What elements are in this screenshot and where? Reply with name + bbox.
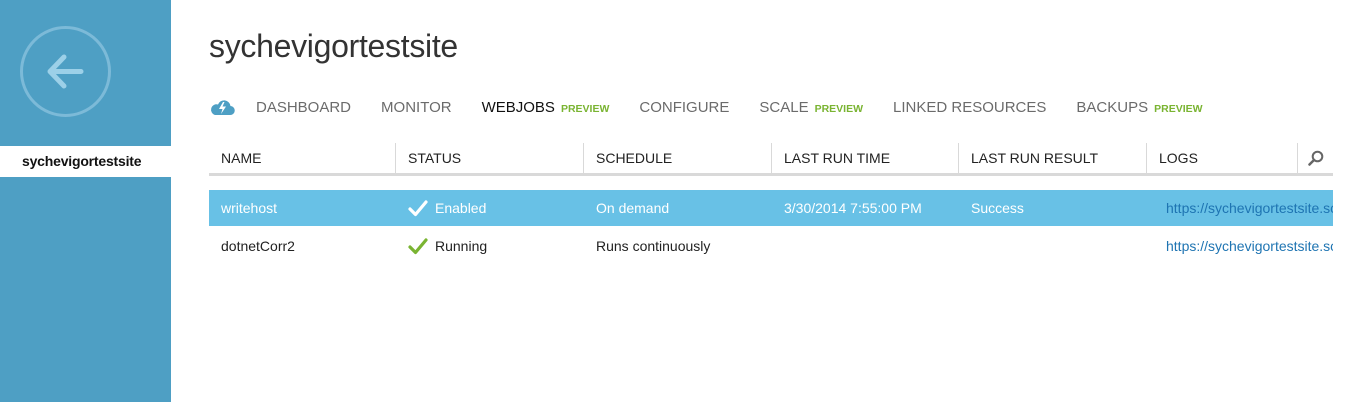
column-header-name[interactable]: NAME [209,143,396,173]
tab-scale[interactable]: SCALE PREVIEW [759,99,863,116]
status-text: Enabled [435,199,487,216]
table-row[interactable]: writehost Enabled On demand 3/30/2014 7:… [209,190,1333,226]
tab-dashboard[interactable]: DASHBOARD [256,99,351,116]
tab-backups[interactable]: BACKUPS PREVIEW [1076,99,1202,116]
tab-bar: DASHBOARD MONITOR WEBJOBS PREVIEW CONFIG… [209,96,1233,118]
tab-webjobs[interactable]: WEBJOBS PREVIEW [482,99,610,116]
sidebar: sychevigortestsite [0,0,171,402]
tab-linked-resources[interactable]: LINKED RESOURCES [893,99,1046,116]
tab-label: CONFIGURE [639,98,730,116]
preview-badge: PREVIEW [814,102,864,115]
column-header-logs[interactable]: LOGS [1147,143,1298,173]
preview-badge: PREVIEW [1154,102,1203,115]
table-header: NAME STATUS SCHEDULE LAST RUN TIME LAST … [209,143,1333,176]
column-header-schedule[interactable]: SCHEDULE [584,143,772,173]
cell-schedule: Runs continuously [596,238,711,254]
column-header-last-run-result[interactable]: LAST RUN RESULT [959,143,1147,173]
cell-name: dotnetCorr2 [221,238,295,254]
tab-label: LINKED RESOURCES [893,98,1047,116]
cell-last-run-time: 3/30/2014 7:55:00 PM [784,200,922,216]
back-arrow-icon [47,54,84,89]
preview-badge: PREVIEW [560,102,610,115]
check-icon [408,200,428,217]
tab-label: WEBJOBS [481,98,555,116]
webjobs-table: NAME STATUS SCHEDULE LAST RUN TIME LAST … [209,143,1333,255]
cell-schedule: On demand [596,200,670,216]
column-header-last-run-time[interactable]: LAST RUN TIME [772,143,959,173]
cell-last-run-result: Success [971,200,1024,216]
cell-last-run-time [772,228,959,264]
tab-label: DASHBOARD [256,98,352,116]
back-button[interactable] [20,26,111,117]
logs-link[interactable]: https://sychevigortestsite.sc [1154,228,1333,264]
search-icon [1308,150,1324,166]
page-title: sychevigortestsite [209,28,458,64]
search-button[interactable] [1298,143,1333,173]
check-icon [408,238,428,255]
table-row[interactable]: dotnetCorr2 Running Runs continuously ht… [209,228,1333,264]
cell-status: Enabled [396,190,584,226]
cell-name: writehost [221,200,278,216]
tab-label: MONITOR [381,98,452,116]
cloud-lightning-icon[interactable] [209,98,235,116]
status-text: Running [435,237,488,254]
tab-monitor[interactable]: MONITOR [381,99,452,116]
tab-label: SCALE [759,98,809,116]
cell-last-run-result [959,228,1147,264]
column-header-status[interactable]: STATUS [396,143,584,173]
logs-link[interactable]: https://sychevigortestsite.sc [1154,190,1333,226]
tab-label: BACKUPS [1076,98,1149,116]
sidebar-item-site[interactable]: sychevigortestsite [0,146,171,177]
cell-status: Running [396,228,584,264]
tab-configure[interactable]: CONFIGURE [639,99,729,116]
